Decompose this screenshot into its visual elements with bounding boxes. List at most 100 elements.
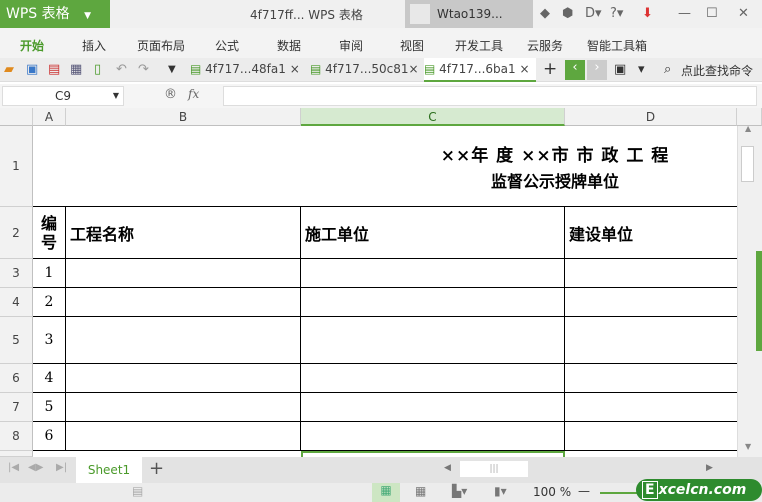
search-icon[interactable]: ⌕ <box>664 62 671 77</box>
scroll-thumb[interactable] <box>741 146 754 182</box>
undo-icon[interactable]: ↶ <box>116 62 127 77</box>
name-box[interactable]: C9 ▼ <box>2 86 124 106</box>
more-dropdown-icon[interactable]: ▼ <box>168 64 176 75</box>
sheet-nav-last-icon[interactable]: ▶| <box>56 462 67 473</box>
row-header-6[interactable]: 6 <box>0 364 33 393</box>
horizontal-scrollbar[interactable]: ◀ ||| ▶ <box>440 461 730 478</box>
scroll-left-icon[interactable]: ◀ <box>444 463 451 473</box>
side-panel-toggle[interactable] <box>756 251 762 351</box>
skin-icon[interactable]: ◆ <box>540 6 550 21</box>
number-cell[interactable]: 3 <box>33 317 66 364</box>
present-icon[interactable]: ▣ <box>614 62 626 77</box>
tab-menu-icon[interactable]: ▾ <box>638 62 645 77</box>
row-header-1[interactable]: 1 <box>0 126 33 207</box>
scroll-tabs-left-button[interactable]: ‹ <box>565 60 585 80</box>
scroll-right-icon[interactable]: ▶ <box>706 463 713 473</box>
maximize-button[interactable]: ☐ <box>706 6 718 21</box>
header-project-name-cell[interactable]: 工程名称 <box>66 207 301 259</box>
tab-smart-tools[interactable]: 智能工具箱 <box>587 37 647 54</box>
data-cell[interactable] <box>66 317 301 364</box>
number-cell[interactable]: 1 <box>33 259 66 288</box>
row-header-3[interactable]: 3 <box>0 259 33 288</box>
close-button[interactable]: ✕ <box>738 6 749 21</box>
data-cell[interactable] <box>66 422 301 451</box>
scroll-down-icon[interactable]: ▼ <box>745 442 751 451</box>
vertical-scrollbar[interactable]: ▲ ▼ <box>737 124 762 457</box>
h-scroll-thumb[interactable]: ||| <box>460 461 528 477</box>
download-icon[interactable]: ⬇ <box>642 6 653 21</box>
data-cell[interactable] <box>565 317 737 364</box>
number-cell[interactable]: 5 <box>33 393 66 422</box>
data-cell[interactable] <box>301 259 565 288</box>
feedback-icon[interactable]: D▾ <box>585 6 602 21</box>
scroll-up-icon[interactable]: ▲ <box>745 124 751 133</box>
normal-view-button[interactable]: ▦ <box>372 483 400 502</box>
minimize-button[interactable]: — <box>678 6 691 21</box>
sheet-nav-prev-icon[interactable]: ◀▶ <box>28 462 43 473</box>
close-tab-icon[interactable]: × <box>409 62 419 76</box>
tab-formula[interactable]: 公式 <box>215 37 239 54</box>
search-command[interactable]: 点此查找命令 <box>681 62 753 79</box>
row-header-2[interactable]: 2 <box>0 207 33 259</box>
zoom-slider[interactable] <box>600 492 640 494</box>
zoom-formula-icon[interactable]: ® <box>164 87 177 102</box>
data-cell[interactable] <box>301 364 565 393</box>
data-cell[interactable] <box>565 422 737 451</box>
sheet-nav-first-icon[interactable]: |◀ <box>8 462 19 473</box>
settings-icon[interactable]: ⬢ <box>562 6 573 21</box>
add-sheet-button[interactable]: + <box>149 458 164 479</box>
data-cell[interactable] <box>565 259 737 288</box>
app-menu-button[interactable]: WPS 表格 ▼ <box>0 0 110 28</box>
tab-insert[interactable]: 插入 <box>82 37 106 54</box>
data-cell[interactable] <box>565 364 737 393</box>
header-contractor-cell[interactable]: 施工单位 <box>301 207 565 259</box>
select-all-corner[interactable] <box>0 108 33 126</box>
tab-view[interactable]: 视图 <box>400 37 424 54</box>
print-preview-icon[interactable]: ▯ <box>94 62 101 77</box>
tab-page-layout[interactable]: 页面布局 <box>137 37 185 54</box>
redo-icon[interactable]: ↷ <box>138 62 149 77</box>
title-merged-cell[interactable]: ××年 度 ××市 市 政 工 程 监督公示授牌单位 <box>33 126 737 207</box>
column-header-c[interactable]: C <box>301 108 565 126</box>
tab-developer[interactable]: 开发工具 <box>455 37 503 54</box>
row-header-4[interactable]: 4 <box>0 288 33 317</box>
sheet-tab-sheet1[interactable]: Sheet1 <box>76 457 142 483</box>
formula-input[interactable] <box>223 86 757 106</box>
data-cell[interactable] <box>301 393 565 422</box>
tab-home[interactable]: 开始 <box>20 37 44 54</box>
row-header-5[interactable]: 5 <box>0 317 33 364</box>
chevron-down-icon[interactable]: ▼ <box>113 87 119 105</box>
doc-tab-2[interactable]: ▤ 4f717...50c81× <box>310 58 422 82</box>
data-cell[interactable] <box>565 393 737 422</box>
print-icon[interactable]: ▦ <box>70 62 82 77</box>
column-header-a[interactable]: A <box>33 108 66 126</box>
data-cell[interactable] <box>66 259 301 288</box>
doc-tab-3-active[interactable]: ▤ 4f717...6ba1 × <box>424 58 536 82</box>
data-cell[interactable] <box>301 422 565 451</box>
row-header-8[interactable]: 8 <box>0 422 33 451</box>
number-cell[interactable]: 4 <box>33 364 66 393</box>
tab-data[interactable]: 数据 <box>277 37 301 54</box>
number-cell[interactable]: 2 <box>33 288 66 317</box>
data-cell[interactable] <box>565 288 737 317</box>
eye-protect-icon[interactable]: ▮▾ <box>494 484 507 498</box>
data-cell[interactable] <box>66 364 301 393</box>
row-header-7[interactable]: 7 <box>0 393 33 422</box>
header-developer-cell[interactable]: 建设单位 <box>565 207 737 259</box>
data-cell[interactable] <box>301 317 565 364</box>
column-header-b[interactable]: B <box>66 108 301 126</box>
tab-review[interactable]: 审阅 <box>339 37 363 54</box>
open-icon[interactable]: ▰ <box>4 62 14 77</box>
data-cell[interactable] <box>66 288 301 317</box>
close-tab-icon[interactable]: × <box>519 62 529 76</box>
export-pdf-icon[interactable]: ▤ <box>48 62 60 77</box>
number-cell[interactable]: 6 <box>33 422 66 451</box>
page-break-view-icon[interactable]: ▦ <box>415 484 426 498</box>
help-icon[interactable]: ?▾ <box>610 6 623 21</box>
save-icon[interactable]: ▣ <box>26 62 38 77</box>
macro-icon[interactable]: ▤ <box>132 484 143 498</box>
reading-mode-icon[interactable]: ▙▾ <box>452 484 467 498</box>
tab-cloud[interactable]: 云服务 <box>527 37 563 54</box>
close-tab-icon[interactable]: × <box>290 62 300 76</box>
fx-icon[interactable]: fx <box>188 87 199 101</box>
